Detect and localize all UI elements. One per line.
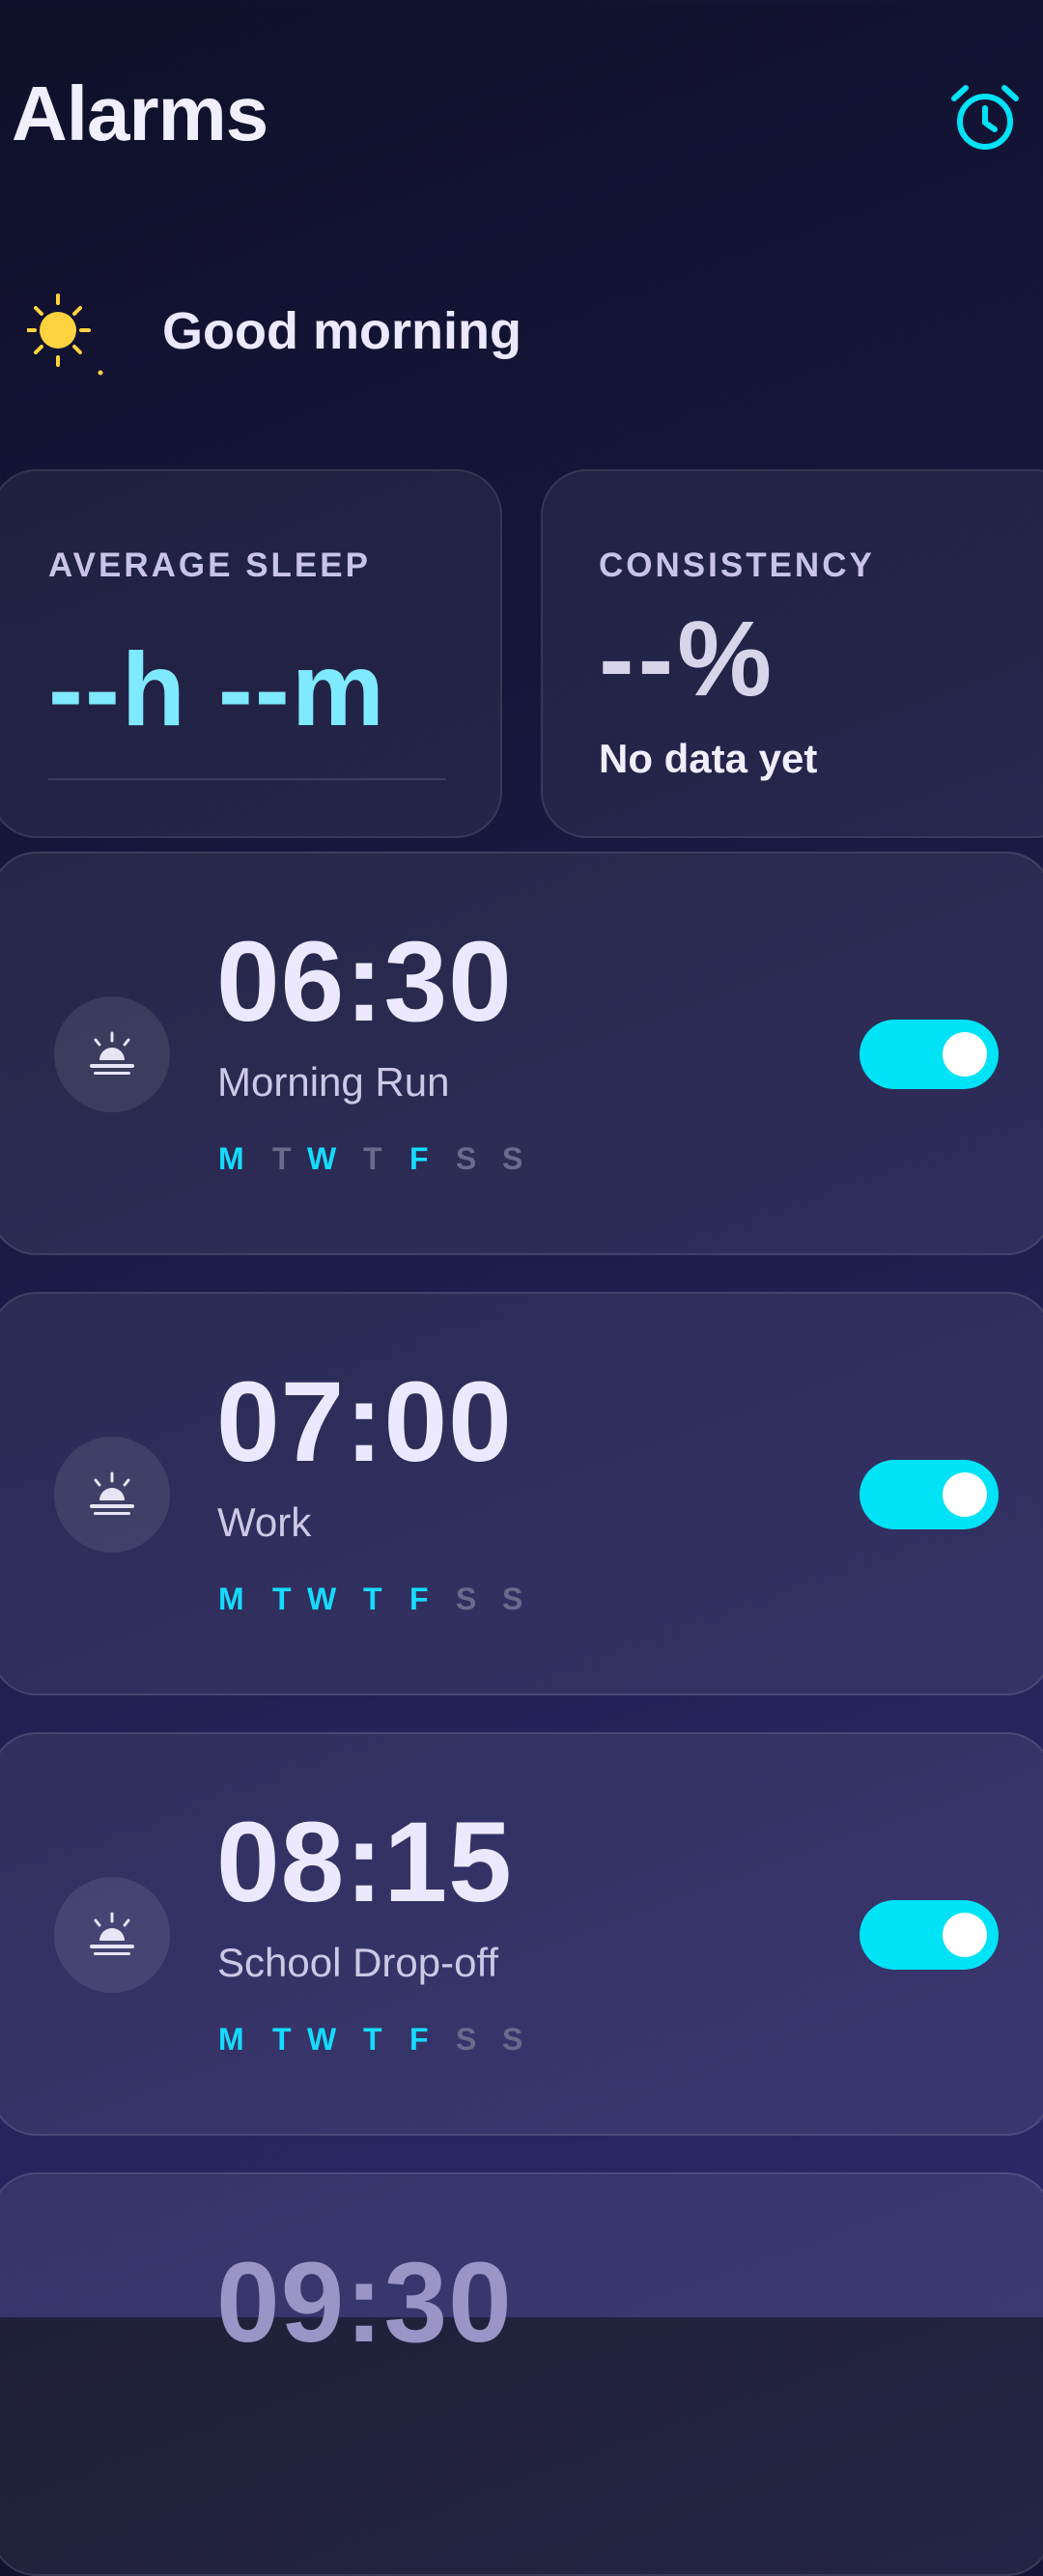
toggle-knob — [943, 1032, 987, 1077]
sunrise-icon — [54, 996, 170, 1112]
alarm-toggle[interactable] — [860, 1020, 999, 1089]
toggle-knob — [943, 1472, 987, 1517]
consistency-value: --% — [599, 600, 776, 718]
toggle-knob — [943, 1913, 987, 1957]
alarm-toggle[interactable] — [860, 1900, 999, 1970]
divider — [48, 778, 446, 780]
alarm-time: 08:15 — [216, 1799, 513, 1926]
greeting-text: Good morning — [162, 302, 522, 360]
alarm-card[interactable]: 07:00 Work M T W T F S S — [0, 1292, 1043, 1695]
alarm-label: Morning Run — [217, 1059, 450, 1105]
sunrise-icon — [54, 1437, 170, 1553]
alarm-clock-icon[interactable] — [946, 79, 1024, 156]
day-saturday: S — [456, 2022, 477, 2057]
sunrise-icon — [54, 1877, 170, 1993]
day-sunday: S — [502, 2022, 523, 2057]
alarm-time: 09:30 — [216, 2239, 513, 2366]
day-tuesday: T — [272, 2022, 292, 2057]
day-friday: F — [409, 2022, 429, 2057]
consistency-subtitle: No data yet — [599, 736, 818, 781]
day-sunday: S — [502, 1582, 523, 1616]
day-wednesday: W — [307, 2022, 337, 2057]
sun-icon — [25, 290, 104, 377]
average-sleep-card: AVERAGE SLEEP --h --m — [0, 469, 502, 838]
alarm-time: 06:30 — [216, 918, 513, 1046]
alarm-time: 07:00 — [216, 1358, 513, 1486]
day-monday: M — [218, 1582, 244, 1616]
day-monday: M — [218, 1141, 244, 1176]
alarm-card[interactable]: 08:15 School Drop-off M T W T F S S — [0, 1732, 1043, 2136]
day-sunday: S — [502, 1141, 523, 1176]
alarm-card[interactable]: 09:30 — [0, 2172, 1043, 2576]
alarm-card[interactable]: 06:30 Morning Run M T W T F S S — [0, 852, 1043, 1255]
day-wednesday: W — [307, 1141, 337, 1176]
day-friday: F — [409, 1582, 429, 1616]
average-sleep-value: --h --m — [48, 630, 386, 747]
day-tuesday: T — [272, 1582, 292, 1616]
page-title: Alarms — [12, 70, 268, 156]
average-sleep-label: AVERAGE SLEEP — [48, 546, 371, 584]
consistency-label: CONSISTENCY — [599, 546, 875, 584]
alarm-label: Work — [217, 1499, 312, 1545]
consistency-card: CONSISTENCY --% No data yet — [541, 469, 1043, 838]
day-saturday: S — [456, 1582, 477, 1616]
day-friday: F — [409, 1141, 429, 1176]
alarm-toggle[interactable] — [860, 1460, 999, 1529]
day-thursday: T — [363, 1141, 382, 1176]
day-monday: M — [218, 2022, 244, 2057]
alarm-label: School Drop-off — [217, 1940, 499, 1985]
day-wednesday: W — [307, 1582, 337, 1616]
day-thursday: T — [363, 1582, 382, 1616]
day-saturday: S — [456, 1141, 477, 1176]
day-thursday: T — [363, 2022, 382, 2057]
day-tuesday: T — [272, 1141, 292, 1176]
